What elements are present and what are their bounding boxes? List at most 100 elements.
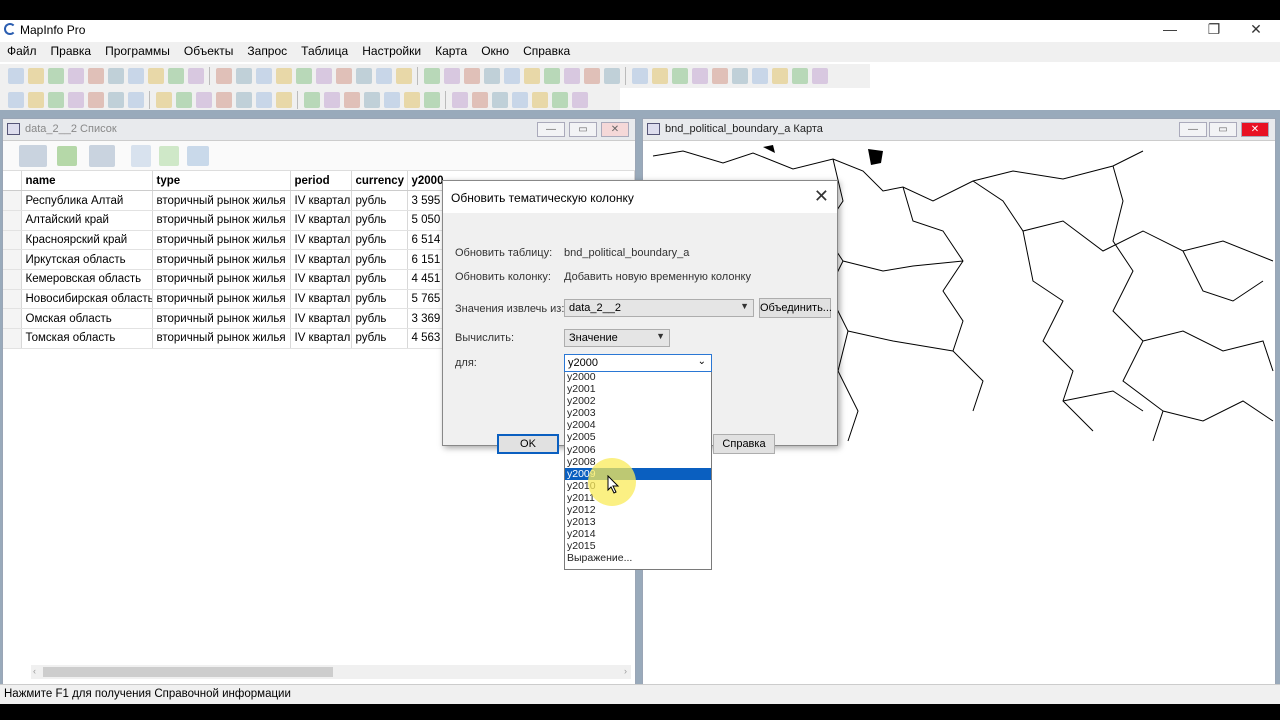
table-cell[interactable]: вторичный рынок жилья — [152, 328, 291, 349]
for-dropdown[interactable]: y2000 ⌄ y2000 y2001 y2002 y2003 y2004 y2005 y2… — [564, 354, 712, 570]
column-header-period[interactable]: period — [290, 171, 352, 192]
main-tool-icon-15[interactable] — [324, 92, 340, 108]
dialog-close-icon[interactable]: ✕ — [814, 186, 829, 207]
table-cell[interactable]: вторичный рынок жилья — [152, 289, 291, 310]
table-cell[interactable]: рубль — [351, 210, 408, 231]
main-tool-icon-13[interactable] — [276, 92, 292, 108]
standard-tool-icon-15[interactable] — [316, 68, 332, 84]
table-cell[interactable]: IV квартал — [290, 328, 352, 349]
standard-tool-icon-5[interactable] — [108, 68, 124, 84]
dropdown-option[interactable]: Выражение... — [565, 552, 711, 564]
map-maximize-button[interactable]: ▭ — [1209, 122, 1237, 137]
table-cell[interactable]: IV квартал — [290, 210, 352, 231]
standard-tool-icon-9[interactable] — [188, 68, 204, 84]
table-cell[interactable]: рубль — [351, 249, 408, 270]
main-tool-icon-7[interactable] — [156, 92, 172, 108]
standard-tool-icon-39[interactable] — [812, 68, 828, 84]
main-tool-icon-23[interactable] — [492, 92, 508, 108]
dropdown-option[interactable]: y2013 — [565, 516, 711, 528]
scrollbar-thumb[interactable] — [43, 667, 333, 677]
dropdown-option[interactable]: y2011 — [565, 492, 711, 504]
dropdown-option[interactable]: y2000 — [565, 371, 711, 383]
main-tool-icon-16[interactable] — [344, 92, 360, 108]
row-selector[interactable] — [3, 190, 22, 211]
main-tool-icon-1[interactable] — [28, 92, 44, 108]
dropdown-option[interactable]: y2008 — [565, 456, 711, 468]
source-select[interactable]: data_2__2 ▼ — [564, 299, 754, 317]
standard-tool-icon-13[interactable] — [276, 68, 292, 84]
menu-item-2[interactable]: Программы — [98, 42, 177, 60]
main-tool-icon-6[interactable] — [128, 92, 144, 108]
standard-tool-icon-21[interactable] — [444, 68, 460, 84]
standard-tool-icon-14[interactable] — [296, 68, 312, 84]
row-selector[interactable] — [3, 249, 22, 270]
standard-tool-icon-27[interactable] — [564, 68, 580, 84]
table-cell[interactable]: Омская область — [21, 308, 153, 329]
table-cell[interactable]: Красноярский край — [21, 230, 153, 251]
map-close-button[interactable]: ✕ — [1241, 122, 1269, 137]
dropdown-option[interactable]: y2005 — [565, 431, 711, 443]
main-tool-icon-21[interactable] — [452, 92, 468, 108]
map-minimize-button[interactable]: — — [1179, 122, 1207, 137]
menu-item-5[interactable]: Таблица — [294, 42, 355, 60]
standard-tool-icon-38[interactable] — [792, 68, 808, 84]
table-cell[interactable]: рубль — [351, 230, 408, 251]
standard-tool-icon-8[interactable] — [168, 68, 184, 84]
row-selector[interactable] — [3, 328, 22, 349]
row-selector[interactable] — [3, 210, 22, 231]
scroll-right-icon[interactable]: › — [624, 666, 627, 676]
standard-tool-icon-26[interactable] — [544, 68, 560, 84]
standard-tool-icon-3[interactable] — [68, 68, 84, 84]
main-tool-icon-9[interactable] — [196, 92, 212, 108]
table-cell[interactable]: вторичный рынок жилья — [152, 269, 291, 290]
dropdown-option[interactable]: y2014 — [565, 528, 711, 540]
columns-icon[interactable] — [187, 145, 209, 166]
dropdown-option[interactable]: y2004 — [565, 419, 711, 431]
standard-tool-icon-35[interactable] — [732, 68, 748, 84]
table-cell[interactable]: рубль — [351, 289, 408, 310]
standard-tool-icon-34[interactable] — [712, 68, 728, 84]
column-header-type[interactable]: type — [152, 171, 291, 192]
dropdown-option[interactable]: y2006 — [565, 444, 711, 456]
main-tool-icon-4[interactable] — [88, 92, 104, 108]
table-cell[interactable]: рубль — [351, 308, 408, 329]
close-icon[interactable]: ✕ — [1236, 20, 1276, 40]
dropdown-option[interactable]: y2012 — [565, 504, 711, 516]
minimize-icon[interactable]: — — [1150, 20, 1190, 40]
table-cell[interactable]: IV квартал — [290, 249, 352, 270]
menu-item-6[interactable]: Настройки — [355, 42, 428, 60]
for-select[interactable]: y2000 ⌄ — [564, 354, 712, 372]
row-selector[interactable] — [3, 269, 22, 290]
standard-tool-icon-17[interactable] — [356, 68, 372, 84]
main-tool-icon-11[interactable] — [236, 92, 252, 108]
standard-tool-icon-31[interactable] — [652, 68, 668, 84]
table-cell[interactable]: Томская область — [21, 328, 153, 349]
row-selector[interactable] — [3, 289, 22, 310]
standard-tool-icon-22[interactable] — [464, 68, 480, 84]
table-cell[interactable]: IV квартал — [290, 308, 352, 329]
menu-item-0[interactable]: Файл — [0, 42, 44, 60]
main-tool-icon-8[interactable] — [176, 92, 192, 108]
table-cell[interactable]: Кемеровская область — [21, 269, 153, 290]
main-tool-icon-10[interactable] — [216, 92, 232, 108]
standard-tool-icon-10[interactable] — [216, 68, 232, 84]
main-tool-icon-26[interactable] — [552, 92, 568, 108]
main-tool-icon-20[interactable] — [424, 92, 440, 108]
dropdown-option[interactable]: y2009 — [565, 467, 711, 480]
horizontal-scrollbar[interactable]: ‹ › — [31, 665, 631, 679]
browser-maximize-button[interactable]: ▭ — [569, 122, 597, 137]
browser-minimize-button[interactable]: — — [537, 122, 565, 137]
standard-tool-icon-18[interactable] — [376, 68, 392, 84]
ok-button[interactable]: OK — [497, 434, 559, 454]
menu-item-8[interactable]: Окно — [474, 42, 516, 60]
main-tool-icon-25[interactable] — [532, 92, 548, 108]
standard-tool-icon-6[interactable] — [128, 68, 144, 84]
row-selector[interactable] — [3, 230, 22, 251]
main-tool-icon-27[interactable] — [572, 92, 588, 108]
standard-tool-icon-16[interactable] — [336, 68, 352, 84]
restore-icon[interactable]: ❐ — [1194, 20, 1234, 40]
standard-tool-icon-19[interactable] — [396, 68, 412, 84]
main-tool-icon-14[interactable] — [304, 92, 320, 108]
dropdown-option[interactable]: y2002 — [565, 395, 711, 407]
table-cell[interactable]: вторичный рынок жилья — [152, 308, 291, 329]
